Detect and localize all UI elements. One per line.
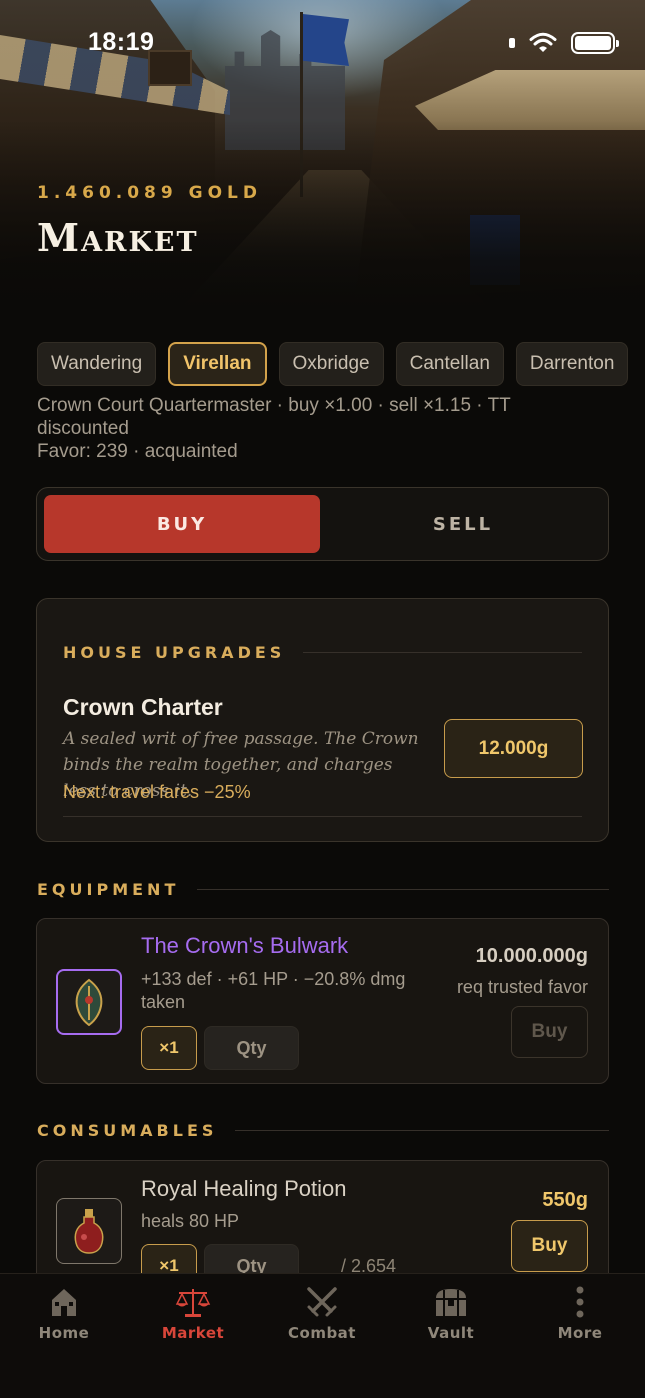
item-stats: +133 def · +61 HP · −20.8% dmg taken: [141, 969, 406, 1012]
buy-button[interactable]: Buy: [511, 1220, 588, 1272]
equipment-heading: EQUIPMENT: [37, 880, 609, 899]
house-upgrades-card: HOUSE UPGRADES Crown Charter A sealed wr…: [36, 598, 609, 842]
more-vertical-icon: [562, 1284, 598, 1320]
scales-icon: [175, 1284, 211, 1320]
divider: [63, 816, 582, 817]
house-upgrades-heading: HOUSE UPGRADES: [63, 643, 582, 662]
house-icon: [46, 1284, 82, 1320]
tab-oxbridge[interactable]: Oxbridge: [278, 342, 384, 386]
nav-combat[interactable]: Combat: [272, 1284, 372, 1342]
tab-virellan[interactable]: Virellan: [168, 342, 267, 386]
page-title: Market: [37, 215, 199, 260]
consumables-heading: CONSUMABLES: [37, 1121, 609, 1140]
nav-label: Combat: [288, 1324, 356, 1342]
merchant-rates: Crown Court Quartermaster · buy ×1.00 · …: [37, 395, 511, 439]
buy-mode-button[interactable]: BUY: [44, 495, 320, 553]
battery-icon: [571, 32, 619, 54]
status-time: 18:19: [88, 28, 155, 56]
merchant-favor: Favor: 239 · acquainted: [37, 441, 238, 462]
equipment-item-card: The Crown's Bulwark +133 def · +61 HP · …: [36, 918, 609, 1084]
crossed-swords-icon: [304, 1284, 340, 1320]
nav-home[interactable]: Home: [14, 1284, 114, 1342]
buy-sell-toggle: BUY SELL: [36, 487, 609, 561]
tab-wandering[interactable]: Wandering: [37, 342, 157, 386]
nav-vault[interactable]: Vault: [401, 1284, 501, 1342]
section-title: EQUIPMENT: [37, 880, 180, 899]
nav-label: More: [557, 1324, 603, 1342]
section-title: CONSUMABLES: [37, 1121, 218, 1140]
divider: [303, 652, 582, 653]
quantity-multiplier-button[interactable]: ×1: [141, 1026, 197, 1070]
status-icons: [509, 32, 619, 54]
quantity-input[interactable]: Qty: [204, 1026, 299, 1070]
upgrade-next-effect: Next: travel fares −25%: [63, 782, 251, 802]
tab-darrenton[interactable]: Darrenton: [515, 342, 629, 386]
item-name: The Crown's Bulwark: [141, 933, 349, 958]
nav-label: Vault: [427, 1324, 475, 1342]
gold-balance: 1.460.089 GOLD: [37, 183, 262, 203]
nav-label: Market: [161, 1324, 225, 1342]
merchant-info: Crown Court Quartermaster · buy ×1.00 · …: [37, 394, 597, 463]
chest-icon: [433, 1284, 469, 1320]
buy-button[interactable]: Buy: [511, 1006, 588, 1058]
section-title: HOUSE UPGRADES: [63, 643, 286, 662]
sell-mode-button[interactable]: SELL: [325, 495, 601, 553]
divider: [235, 1130, 609, 1131]
item-stats: heals 80 HP: [141, 1211, 240, 1231]
potion-icon: [56, 1198, 122, 1264]
item-price: 550g: [542, 1189, 588, 1211]
upgrade-name: Crown Charter: [63, 694, 223, 720]
wifi-icon: [529, 32, 557, 52]
nav-more[interactable]: More: [530, 1284, 630, 1342]
item-name: Royal Healing Potion: [141, 1176, 347, 1201]
town-tabs: Wandering Virellan Oxbridge Cantellan Da…: [37, 342, 629, 386]
divider: [197, 889, 609, 890]
item-price: 10.000.000g: [475, 945, 588, 967]
bottom-navigation: Home Market Combat Vault More: [0, 1273, 645, 1398]
nav-label: Home: [38, 1324, 90, 1342]
tab-cantellan[interactable]: Cantellan: [395, 342, 504, 386]
nav-market[interactable]: Market: [143, 1284, 243, 1342]
item-requirement: req trusted favor: [456, 977, 588, 997]
shield-icon: [56, 969, 122, 1035]
cellular-icon: [509, 38, 515, 48]
upgrade-buy-button[interactable]: 12.000g: [444, 719, 583, 778]
